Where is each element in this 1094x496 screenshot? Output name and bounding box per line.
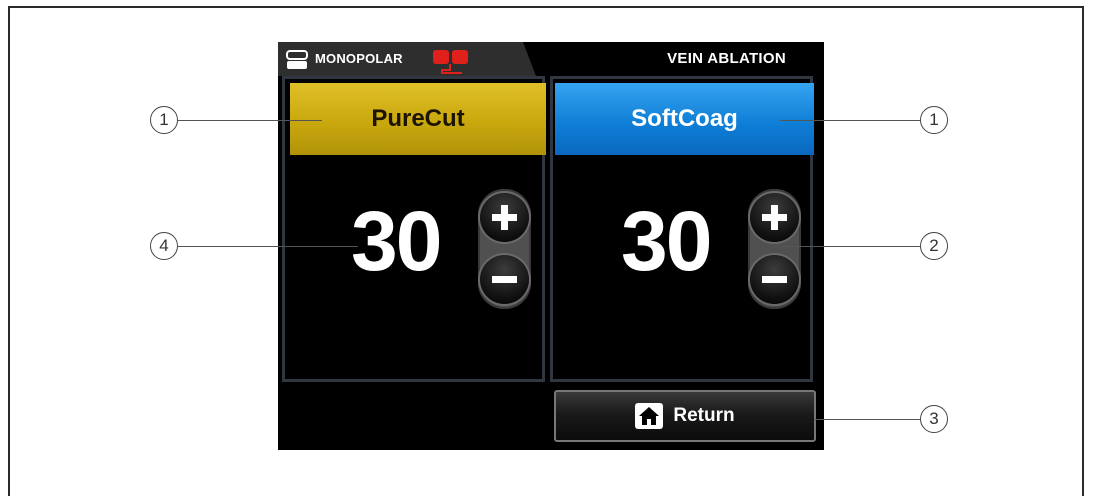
coag-minus-button[interactable] [750, 255, 799, 304]
callout-marker: 2 [920, 232, 948, 260]
callout-line [782, 246, 920, 247]
plus-icon [492, 205, 517, 230]
cut-power-value: 30 [351, 194, 442, 288]
procedure-label: VEIN ABLATION [667, 50, 786, 67]
minus-icon [492, 276, 517, 283]
cut-mode-button[interactable]: PureCut [290, 83, 546, 155]
callout-marker: 1 [920, 106, 948, 134]
coag-power-stepper [748, 189, 801, 309]
foot-pedal-icon [433, 50, 468, 74]
callout-line [178, 120, 322, 121]
home-icon [635, 403, 664, 429]
cut-plus-button[interactable] [480, 193, 529, 242]
return-label: Return [673, 405, 735, 426]
cut-minus-button[interactable] [480, 255, 529, 304]
minus-icon [762, 276, 787, 283]
cut-panel: PureCut 30 [282, 76, 546, 382]
callout-marker: 3 [920, 405, 948, 433]
procedure-header: VEIN ABLATION [540, 42, 824, 76]
callout-line [780, 120, 920, 121]
plus-icon [762, 205, 787, 230]
cut-power-stepper [478, 189, 531, 309]
device-screen: MONOPOLAR VEIN ABLATION PureCut 30 SoftC… [278, 42, 824, 450]
coag-panel: SoftCoag 30 [550, 76, 814, 382]
coag-power-value: 30 [621, 194, 712, 288]
callout-marker: 1 [150, 106, 178, 134]
callout-marker: 4 [150, 232, 178, 260]
coag-mode-button[interactable]: SoftCoag [555, 83, 814, 155]
callout-line [178, 246, 358, 247]
coag-plus-button[interactable] [750, 193, 799, 242]
mode-header: MONOPOLAR [278, 42, 536, 76]
mode-icon [286, 50, 308, 69]
callout-line [815, 419, 920, 420]
return-button[interactable]: Return [554, 390, 816, 442]
mode-label: MONOPOLAR [315, 51, 403, 66]
